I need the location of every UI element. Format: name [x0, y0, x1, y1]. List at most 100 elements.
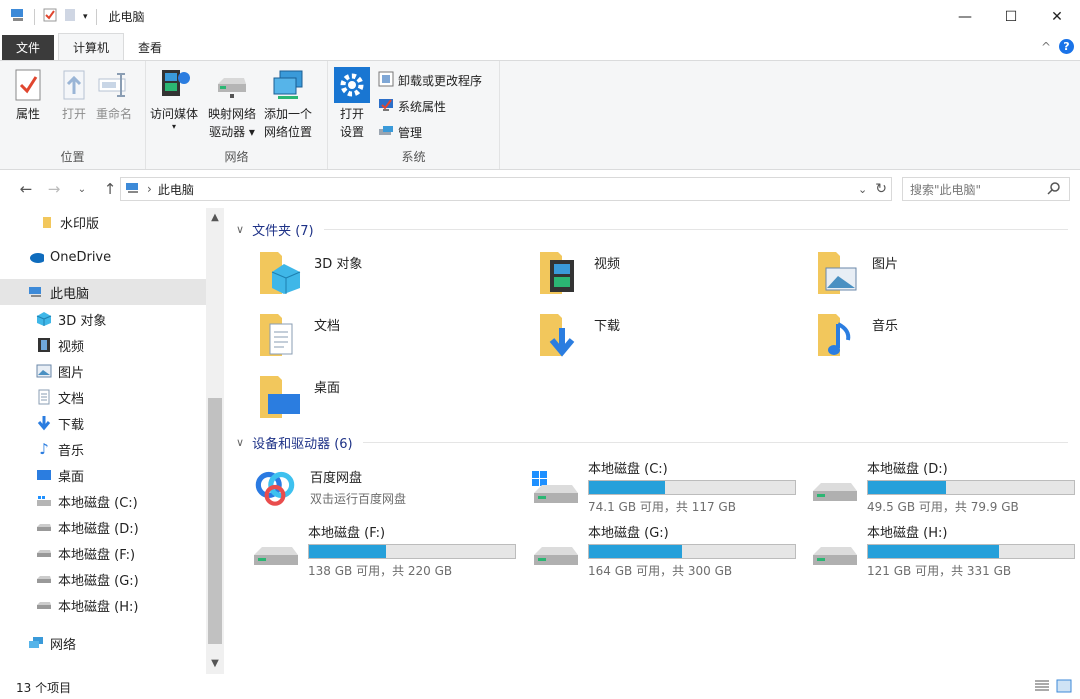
- hard-drive-icon: [813, 482, 857, 501]
- close-button[interactable]: ✕: [1034, 0, 1080, 33]
- drive-item-f[interactable]: 本地磁盘 (F:) 138 GB 可用，共 220 GB: [250, 522, 516, 579]
- details-view-icon[interactable]: [1034, 679, 1050, 696]
- new-folder-icon[interactable]: [63, 8, 77, 25]
- navigation-pane: 水印版 OneDrive 此电脑 3D 对象 视频 图片 文档 下载 ♪ 音乐 …: [0, 208, 206, 674]
- tab-view[interactable]: 查看: [124, 35, 176, 60]
- manage-button[interactable]: 管理: [378, 123, 422, 142]
- tab-computer[interactable]: 计算机: [58, 33, 125, 60]
- ribbon-group-network: 访问媒体 ▾ 映射网络 驱动器 ▾ 添加一个 网络位置 网络: [146, 61, 328, 169]
- large-icons-view-icon[interactable]: [1056, 679, 1072, 696]
- folder-item-music[interactable]: 音乐: [814, 310, 898, 358]
- hard-drive-icon: [36, 519, 52, 535]
- access-media-button[interactable]: 访问媒体 ▾: [150, 67, 198, 131]
- nav-item-thispc[interactable]: 此电脑: [0, 279, 206, 305]
- open-settings-button[interactable]: 打开 设置: [334, 67, 370, 141]
- item-count: 13 个项目: [16, 681, 72, 695]
- maximize-button[interactable]: ☐: [988, 0, 1034, 33]
- nav-item-drive-d[interactable]: 本地磁盘 (D:): [0, 514, 206, 540]
- add-network-location-button[interactable]: 添加一个 网络位置: [264, 67, 312, 141]
- nav-item-network[interactable]: 网络: [0, 630, 206, 656]
- nav-item-documents[interactable]: 文档: [0, 384, 206, 410]
- chevron-down-icon[interactable]: ∨: [236, 436, 244, 449]
- address-input[interactable]: › 此电脑 ⌄ ↻: [120, 177, 892, 201]
- search-placeholder: 搜索"此电脑": [910, 182, 982, 197]
- scroll-down-icon[interactable]: ▼: [206, 658, 224, 669]
- section-header-devices[interactable]: ∨ 设备和驱动器 (6): [236, 433, 1068, 452]
- nav-item-videos[interactable]: 视频: [0, 332, 206, 358]
- drive-item-c[interactable]: 本地磁盘 (C:) 74.1 GB 可用，共 117 GB: [530, 458, 796, 515]
- folder-item-downloads[interactable]: 下载: [536, 310, 620, 358]
- network-drive-icon: [214, 67, 250, 103]
- drive-usage-bar: [588, 480, 796, 495]
- nav-item-downloads[interactable]: 下载: [0, 410, 206, 436]
- folder-item-desktop[interactable]: 桌面: [256, 372, 340, 420]
- hard-drive-icon: [36, 597, 52, 613]
- search-input[interactable]: 搜索"此电脑": [902, 177, 1070, 201]
- ribbon-group-system: 打开 设置 卸载或更改程序 系统属性 管理 系统: [328, 61, 500, 169]
- folder-3d-objects-icon: [260, 252, 301, 294]
- group-label: 系统: [401, 150, 426, 164]
- rename-button[interactable]: 重命名: [96, 67, 132, 123]
- nav-item-music[interactable]: ♪ 音乐: [0, 436, 206, 462]
- address-dropdown-icon[interactable]: ⌄: [858, 183, 867, 196]
- map-network-drive-button[interactable]: 映射网络 驱动器 ▾: [208, 67, 256, 141]
- folder-item-documents[interactable]: 文档: [256, 310, 340, 358]
- baidu-netdisk-item[interactable]: 百度网盘 双击运行百度网盘: [250, 462, 406, 512]
- nav-item-desktop[interactable]: 桌面: [0, 462, 206, 488]
- address-bar-row: ← → ⌄ ↑ › 此电脑 ⌄ ↻ 搜索"此电脑": [0, 174, 1080, 204]
- divider: [323, 229, 1068, 230]
- recent-locations-icon[interactable]: ⌄: [68, 184, 96, 195]
- group-label: 网络: [224, 150, 249, 164]
- nav-item-pictures[interactable]: 图片: [0, 358, 206, 384]
- breadcrumb-item[interactable]: 此电脑: [158, 181, 194, 198]
- hard-drive-icon: [254, 546, 298, 565]
- network-icon: [28, 635, 44, 651]
- drive-item-d[interactable]: 本地磁盘 (D:) 49.5 GB 可用，共 79.9 GB: [809, 458, 1075, 515]
- forward-arrow-icon[interactable]: →: [40, 180, 68, 198]
- search-icon[interactable]: [1047, 181, 1061, 198]
- properties-icon[interactable]: [43, 8, 57, 25]
- hard-drive-icon: [36, 545, 52, 561]
- manage-icon: [378, 123, 394, 142]
- help-icon[interactable]: ?: [1059, 39, 1074, 54]
- uninstall-program-button[interactable]: 卸载或更改程序: [378, 71, 482, 90]
- drive-item-g[interactable]: 本地磁盘 (G:) 164 GB 可用，共 300 GB: [530, 522, 796, 579]
- rename-icon: [96, 67, 132, 103]
- tab-file[interactable]: 文件: [2, 35, 55, 60]
- picture-icon: [36, 363, 52, 379]
- customize-dropdown-icon[interactable]: ▾: [83, 12, 88, 22]
- folder-item-pictures[interactable]: 图片: [814, 248, 898, 296]
- ribbon-group-location: 属性 打开 重命名 位置: [0, 61, 146, 169]
- nav-item-3d-objects[interactable]: 3D 对象: [0, 306, 206, 332]
- nav-item-drive-h[interactable]: 本地磁盘 (H:): [0, 592, 206, 618]
- folder-item-3d-objects[interactable]: 3D 对象: [256, 248, 362, 296]
- nav-item-onedrive[interactable]: OneDrive: [0, 244, 206, 270]
- folder-documents-icon: [260, 314, 293, 356]
- system-properties-button[interactable]: 系统属性: [378, 97, 446, 116]
- drive-usage-bar: [867, 544, 1075, 559]
- refresh-icon[interactable]: ↻: [875, 181, 887, 197]
- breadcrumb-separator-icon[interactable]: ›: [147, 182, 152, 196]
- section-header-folders[interactable]: ∨ 文件夹 (7): [236, 220, 1068, 239]
- nav-item-drive-g[interactable]: 本地磁盘 (G:): [0, 566, 206, 592]
- open-icon: [56, 67, 92, 103]
- folder-item-videos[interactable]: 视频: [536, 248, 620, 296]
- nav-item-drive-f[interactable]: 本地磁盘 (F:): [0, 540, 206, 566]
- drive-item-h[interactable]: 本地磁盘 (H:) 121 GB 可用，共 331 GB: [809, 522, 1075, 579]
- scroll-thumb[interactable]: [208, 398, 222, 644]
- nav-scrollbar[interactable]: ▲ ▼: [206, 208, 224, 674]
- back-arrow-icon[interactable]: ←: [12, 180, 40, 198]
- window-title: 此电脑: [108, 10, 145, 24]
- nav-item-watermark[interactable]: 水印版: [0, 209, 206, 235]
- folder-videos-icon: [540, 252, 574, 294]
- chevron-down-icon[interactable]: ∨: [236, 223, 244, 236]
- group-label: 位置: [60, 150, 85, 164]
- computer-icon[interactable]: [10, 8, 26, 25]
- minimize-button[interactable]: —: [942, 0, 988, 33]
- nav-item-drive-c[interactable]: 本地磁盘 (C:): [0, 488, 206, 514]
- properties-button[interactable]: 属性: [10, 67, 46, 123]
- open-button[interactable]: 打开: [56, 67, 92, 123]
- collapse-ribbon-icon[interactable]: ^: [1041, 40, 1051, 54]
- scroll-up-icon[interactable]: ▲: [206, 212, 224, 223]
- download-arrow-icon: [36, 415, 52, 431]
